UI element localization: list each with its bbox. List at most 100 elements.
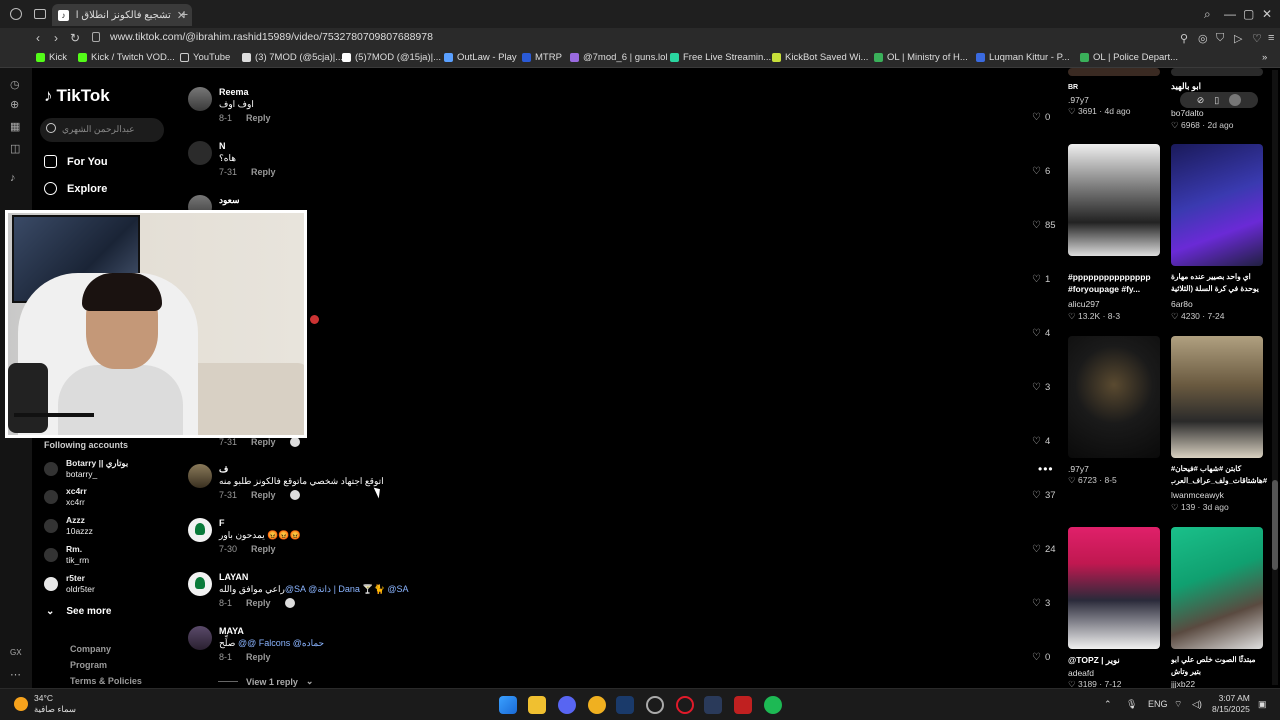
app-red-icon[interactable] [734, 696, 752, 714]
language-indicator[interactable]: ENG [1148, 699, 1168, 709]
bookmarks-overflow-icon[interactable]: » [1262, 52, 1267, 63]
video-thumbnail[interactable] [1171, 144, 1263, 266]
microphone-icon[interactable]: 🎙 [1126, 699, 1137, 710]
video-user[interactable]: jjjxb22 [1171, 679, 1195, 688]
new-tab-icon[interactable]: + [180, 6, 188, 22]
reply-button[interactable]: Reply [251, 437, 276, 447]
reload-icon[interactable]: ↻ [70, 31, 80, 45]
like-button[interactable]: ♡ 1 [1032, 274, 1050, 285]
footer-terms-link[interactable]: Terms & Policies [70, 676, 142, 686]
video-thumbnail[interactable] [1171, 336, 1263, 458]
weather-widget[interactable]: 34°C سماء صافية [14, 693, 76, 715]
more-icon[interactable]: ⋯ [10, 668, 21, 681]
video-thumbnail[interactable] [1171, 68, 1263, 76]
video-user[interactable]: alicu297 [1068, 299, 1100, 309]
messenger-icon[interactable]: ◫ [10, 142, 20, 155]
back-icon[interactable]: ‹ [36, 31, 40, 45]
start-icon[interactable] [499, 696, 517, 714]
like-button[interactable]: ♡ 85 [1032, 220, 1056, 231]
video-caption[interactable]: BR [1068, 82, 1164, 94]
reply-button[interactable]: Reply [251, 167, 276, 177]
comment-user[interactable]: LAYAN [219, 572, 248, 582]
minimize-icon[interactable]: — [1224, 7, 1236, 21]
heart-icon[interactable]: ♡ [1252, 32, 1262, 45]
nav-for-you[interactable]: For You [44, 155, 108, 168]
url-field[interactable]: www.tiktok.com/@ibrahim.rashid15989/vide… [110, 31, 433, 43]
app-icon[interactable] [588, 696, 606, 714]
history-icon[interactable]: ◷ [10, 78, 20, 91]
steam-icon[interactable] [616, 696, 634, 714]
comment-user[interactable]: ف [219, 464, 228, 475]
avatar[interactable] [188, 572, 212, 596]
reply-button[interactable]: Reply [246, 652, 271, 662]
bookmark-item[interactable]: (3) 7MOD (@5cja)|... [242, 52, 343, 63]
view-replies-button[interactable]: View 1 reply ⌄ [218, 676, 313, 687]
shield-icon[interactable]: ⛉ [1216, 32, 1224, 45]
menu-icon[interactable]: ≡ [1268, 32, 1274, 44]
chevron-up-icon[interactable]: ⌃ [1104, 699, 1112, 710]
like-button[interactable]: ♡ 37 [1032, 490, 1056, 501]
video-thumbnail[interactable] [1068, 144, 1160, 256]
see-more-button[interactable]: ⌄ See more [46, 606, 111, 617]
close-badge-icon[interactable] [310, 315, 319, 324]
volume-icon[interactable]: ▯ [1214, 95, 1219, 106]
more-options-icon[interactable]: ••• [1038, 462, 1054, 476]
notification-icon[interactable]: ▣ [1258, 699, 1267, 710]
play-icon[interactable]: ▷ [1234, 32, 1242, 45]
discord-icon[interactable] [558, 696, 576, 714]
bookmark-item[interactable]: Luqman Kittur - P... [976, 52, 1070, 63]
tiktok-rail-icon[interactable]: ♪ [10, 172, 16, 184]
comment-user[interactable]: N [219, 141, 226, 151]
reply-button[interactable]: Reply [251, 490, 276, 500]
video-user[interactable]: lwanmceawyk [1171, 490, 1224, 500]
video-caption[interactable]: كابتن #شهاب #فيحان# #هاشتاقات_ولف_عراف_ا… [1171, 463, 1267, 487]
like-button[interactable]: ♡ 4 [1032, 436, 1050, 447]
video-caption[interactable]: @TOPZ | نوير [1068, 654, 1164, 666]
video-thumbnail[interactable] [1068, 527, 1160, 649]
tab-active[interactable]: ♪ تشجيع فالكونز انطلاق الموسـ... ✕ [52, 4, 192, 26]
search-icon[interactable]: ⌕ [1204, 7, 1211, 22]
video-caption[interactable]: ابو بالهيد [1171, 80, 1267, 92]
video-user[interactable]: bo7dalto [1171, 108, 1204, 118]
avatar[interactable] [188, 518, 212, 542]
video-caption[interactable]: #ppppppppppppppp #foryoupage #fy... [1068, 271, 1164, 295]
browser-menu-icon[interactable] [10, 8, 22, 20]
bookmark-icon[interactable]: ⚲ [1180, 32, 1188, 45]
nav-explore[interactable]: Explore [44, 182, 107, 195]
wifi-icon[interactable]: ⌔ [1174, 699, 1182, 710]
bookmark-item[interactable]: Kick / Twitch VOD... [78, 52, 175, 63]
opera-gx-icon[interactable] [676, 696, 694, 714]
maximize-icon[interactable]: ▢ [1243, 7, 1254, 21]
comment-user[interactable]: MAYA [219, 626, 244, 636]
avatar[interactable] [188, 464, 212, 488]
bookmark-item[interactable]: Kick [36, 52, 67, 63]
terminal-icon[interactable] [704, 696, 722, 714]
page-scrollbar[interactable] [1272, 70, 1278, 685]
obs-icon[interactable] [646, 696, 664, 714]
bookmark-item[interactable]: @7mod_6 | guns.lol [570, 52, 667, 63]
reply-button[interactable]: Reply [246, 113, 271, 123]
volume-icon[interactable]: ◁) [1192, 699, 1202, 710]
video-thumbnail[interactable] [1068, 336, 1160, 458]
aria-icon[interactable]: ⊕ [10, 98, 19, 111]
close-window-icon[interactable]: ✕ [1262, 7, 1272, 21]
like-button[interactable]: ♡ 0 [1032, 112, 1050, 123]
bookmark-item[interactable]: OutLaw - Play [444, 52, 517, 63]
video-user[interactable]: 6ar8o [1171, 299, 1193, 309]
forward-icon[interactable]: › [54, 31, 58, 45]
video-caption[interactable]: اي واحد بصيير عنده مهارة يوحدة في كرة ال… [1171, 271, 1267, 295]
bookmark-item[interactable]: KickBot Saved Wi... [772, 52, 868, 63]
twitch-icon[interactable]: ▦ [10, 120, 20, 133]
file-explorer-icon[interactable] [528, 696, 546, 714]
video-caption[interactable]: مبتدئًا الصوت خلص علي ابو بتير وتاش [1171, 654, 1267, 678]
account-item[interactable]: Azzz 10azzz [44, 515, 93, 537]
tabs-icon[interactable] [34, 9, 46, 19]
pip-icon[interactable]: ⊘ [1197, 95, 1205, 106]
bookmark-item[interactable]: OL | Ministry of H... [874, 52, 968, 63]
bookmark-item[interactable]: (5)7MOD (@15ja)|... [342, 52, 441, 63]
like-button[interactable]: ♡ 4 [1032, 328, 1050, 339]
avatar[interactable] [188, 87, 212, 111]
search-input[interactable]: عبدالرحمن الشهري [40, 118, 164, 142]
gx-label[interactable]: GX [10, 648, 22, 657]
avatar[interactable] [188, 141, 212, 165]
